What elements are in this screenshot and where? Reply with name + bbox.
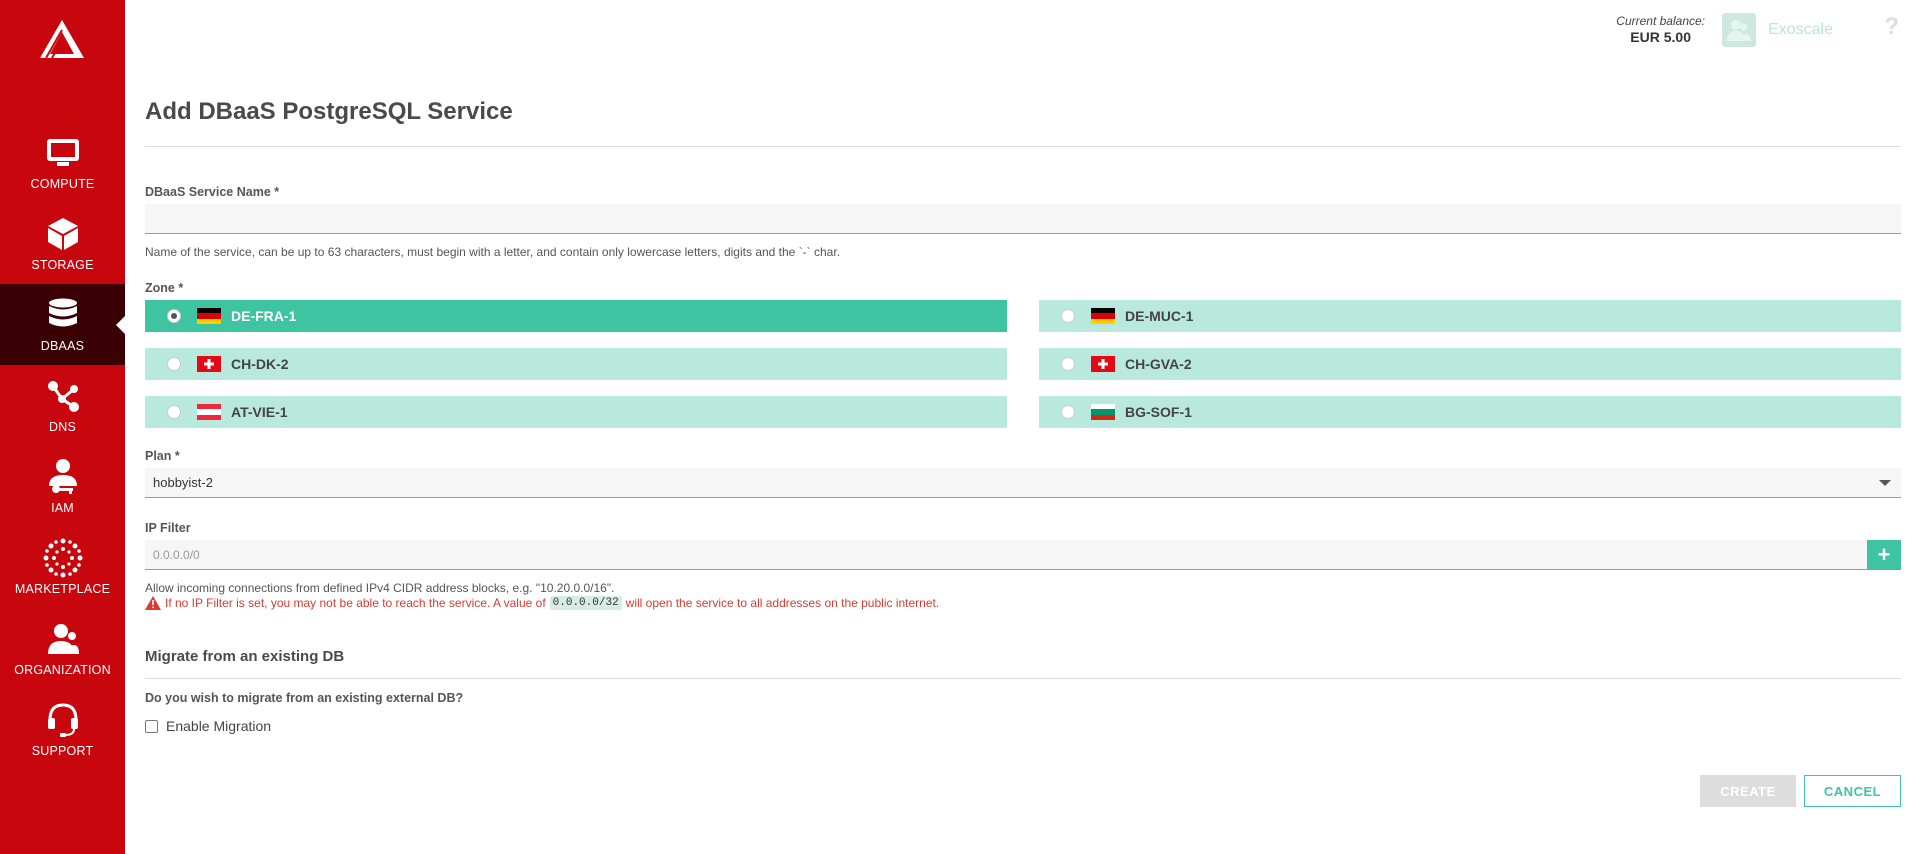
- create-button[interactable]: CREATE: [1700, 775, 1796, 807]
- headset-icon: [43, 700, 83, 740]
- nav-organization[interactable]: ORGANIZATION: [0, 608, 125, 689]
- nav-label: IAM: [51, 501, 74, 515]
- zone-option-bg-sof-1[interactable]: BG-SOF-1: [1039, 396, 1901, 428]
- zone-label: Zone *: [145, 281, 184, 295]
- database-icon: [43, 295, 83, 335]
- network-icon: [43, 376, 83, 416]
- plus-icon: +: [1877, 542, 1891, 567]
- plan-select[interactable]: hobbyist-2: [145, 468, 1901, 498]
- zone-label: AT-VIE-1: [231, 404, 288, 420]
- cube-icon: [43, 214, 83, 254]
- warning-text-after: will open the service to all addresses o…: [625, 596, 940, 610]
- avatar: [1722, 13, 1757, 47]
- zone-label: CH-GVA-2: [1125, 356, 1192, 372]
- top-bar: Current balance: EUR 5.00 Exoscale ?: [125, 0, 1921, 60]
- zone-option-ch-dk-2[interactable]: CH-DK-2: [145, 348, 1007, 380]
- plan-label: Plan *: [145, 449, 180, 463]
- exoscale-logo[interactable]: [38, 20, 86, 60]
- nav-label: ORGANIZATION: [14, 663, 111, 677]
- germany-flag-icon: [1091, 308, 1115, 324]
- zone-label: DE-FRA-1: [231, 308, 297, 324]
- germany-flag-icon: [197, 308, 221, 324]
- nav-support[interactable]: SUPPORT: [0, 689, 125, 770]
- warning-code: 0.0.0.0/32: [549, 596, 622, 610]
- user-menu[interactable]: Exoscale: [1722, 13, 1833, 47]
- switzerland-flag-icon: [197, 356, 221, 372]
- warning-icon: [145, 596, 161, 610]
- zone-option-ch-gva-2[interactable]: CH-GVA-2: [1039, 348, 1901, 380]
- sidebar: COMPUTE STORAGE DBAAS DNS IAM MARKETPLAC…: [0, 0, 125, 854]
- zone-label: BG-SOF-1: [1125, 404, 1192, 420]
- austria-flag-icon: [197, 404, 221, 420]
- migrate-section-title: Migrate from an existing DB: [145, 648, 345, 665]
- migrate-question: Do you wish to migrate from an existing …: [145, 691, 464, 705]
- zone-option-de-fra-1[interactable]: DE-FRA-1: [145, 300, 1007, 332]
- users-icon: [43, 619, 83, 659]
- ip-filter-warning: If no IP Filter is set, you may not be a…: [145, 596, 939, 610]
- radio-button[interactable]: [167, 405, 181, 419]
- switzerland-flag-icon: [1091, 356, 1115, 372]
- service-name-help: Name of the service, can be up to 63 cha…: [145, 245, 841, 259]
- user-name: Exoscale: [1768, 21, 1833, 38]
- page-title: Add DBaaS PostgreSQL Service: [145, 98, 513, 125]
- radio-button[interactable]: [1061, 309, 1075, 323]
- nav-compute[interactable]: COMPUTE: [0, 122, 125, 203]
- radio-dot: [171, 313, 177, 319]
- radio-button[interactable]: [167, 309, 181, 323]
- cancel-button[interactable]: CANCEL: [1804, 775, 1901, 807]
- monitor-icon: [43, 133, 83, 173]
- divider: [145, 146, 1901, 147]
- balance-label: Current balance:: [1616, 14, 1705, 28]
- zone-label: CH-DK-2: [231, 356, 289, 372]
- nav-marketplace[interactable]: MARKETPLACE: [0, 527, 125, 608]
- nav-label: DBAAS: [40, 339, 85, 353]
- warning-text-before: If no IP Filter is set, you may not be a…: [165, 596, 546, 610]
- ip-filter-help: Allow incoming connections from defined …: [145, 581, 615, 595]
- ip-filter-input[interactable]: [145, 540, 1867, 570]
- nav-label: STORAGE: [31, 258, 94, 272]
- balance: Current balance: EUR 5.00: [1616, 14, 1705, 45]
- checkbox[interactable]: [145, 719, 158, 733]
- nav-label: MARKETPLACE: [14, 582, 111, 596]
- help-icon[interactable]: ?: [1884, 13, 1899, 41]
- dots-circle-icon: [43, 538, 83, 578]
- radio-button[interactable]: [167, 357, 181, 371]
- zone-option-at-vie-1[interactable]: AT-VIE-1: [145, 396, 1007, 428]
- nav-storage[interactable]: STORAGE: [0, 203, 125, 284]
- enable-migration-checkbox[interactable]: Enable Migration: [145, 718, 271, 734]
- zone-label: DE-MUC-1: [1125, 308, 1194, 324]
- bulgaria-flag-icon: [1091, 404, 1115, 420]
- caret-down-icon: [1879, 480, 1891, 486]
- nav-iam[interactable]: IAM: [0, 446, 125, 527]
- divider: [145, 678, 1901, 679]
- zone-option-de-muc-1[interactable]: DE-MUC-1: [1039, 300, 1901, 332]
- service-name-input[interactable]: [145, 204, 1901, 234]
- user-key-icon: [43, 457, 83, 497]
- nav-label: COMPUTE: [30, 177, 95, 191]
- nav-label: SUPPORT: [31, 744, 94, 758]
- ip-filter-label: IP Filter: [145, 521, 191, 535]
- checkbox-label: Enable Migration: [166, 718, 272, 734]
- plan-value: hobbyist-2: [153, 475, 213, 490]
- service-name-label: DBaaS Service Name *: [145, 185, 280, 199]
- nav-label: DNS: [49, 420, 76, 434]
- balance-value: EUR 5.00: [1630, 29, 1691, 45]
- radio-button[interactable]: [1061, 405, 1075, 419]
- radio-button[interactable]: [1061, 357, 1075, 371]
- add-ip-filter-button[interactable]: +: [1867, 540, 1901, 570]
- nav-dbaas[interactable]: DBAAS: [0, 284, 125, 365]
- nav-dns[interactable]: DNS: [0, 365, 125, 446]
